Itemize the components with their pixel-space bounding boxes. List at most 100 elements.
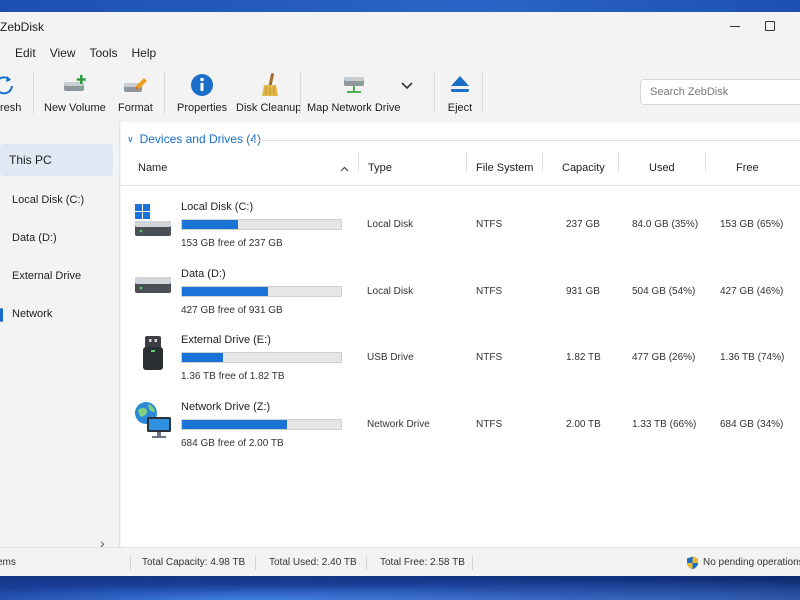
drive-type: Local Disk bbox=[367, 286, 414, 297]
usb-drive-icon bbox=[133, 333, 173, 373]
new-volume-button[interactable]: New Volume bbox=[44, 72, 106, 118]
menu-bar: Edit View Tools Help bbox=[0, 42, 162, 64]
drive-free-text: 153 GB free of 237 GB bbox=[181, 238, 283, 249]
drive-free: 427 GB (46%) bbox=[720, 286, 784, 297]
shield-icon bbox=[687, 556, 698, 570]
map-network-drive-button[interactable]: Map Network Drive bbox=[307, 72, 401, 118]
status-total-capacity: Total Capacity: 4.98 TB bbox=[142, 557, 246, 568]
column-header-type[interactable]: Type bbox=[368, 162, 392, 174]
drive-capacity: 237 GB bbox=[566, 219, 600, 230]
selection-indicator bbox=[0, 308, 3, 322]
app-title: ZebDisk bbox=[0, 20, 45, 34]
sidebar-item-label: External Drive bbox=[12, 270, 82, 282]
column-divider bbox=[542, 152, 543, 172]
drive-free: 153 GB (65%) bbox=[720, 219, 784, 230]
sidebar-item-network[interactable]: Network bbox=[0, 298, 113, 330]
network-drive-map-icon bbox=[341, 72, 367, 98]
usage-bar-fill bbox=[182, 287, 268, 296]
usage-bar bbox=[181, 219, 342, 230]
menu-edit[interactable]: Edit bbox=[0, 46, 42, 60]
info-icon bbox=[189, 72, 215, 98]
disk-cleanup-button[interactable]: Disk Cleanup bbox=[236, 72, 301, 118]
drive-capacity: 931 GB bbox=[566, 286, 600, 297]
sidebar-item-label: Data (D:) bbox=[12, 232, 57, 244]
column-header-file-system[interactable]: File System bbox=[476, 162, 533, 174]
drive-file-system: NTFS bbox=[476, 219, 503, 230]
status-bar: ems Total Capacity: 4.98 TB Total Used: … bbox=[0, 547, 800, 576]
group-label: Devices and Drives (4) bbox=[139, 132, 261, 146]
column-header-used[interactable]: Used bbox=[649, 162, 675, 174]
format-icon bbox=[122, 72, 148, 98]
usage-bar bbox=[181, 286, 342, 297]
more-options-dropdown[interactable] bbox=[398, 80, 416, 126]
drive-row-e[interactable]: External Drive (E:) 1.36 TB free of 1.82… bbox=[121, 325, 800, 391]
status-divider bbox=[130, 556, 131, 570]
drive-name: Network Drive (Z:) bbox=[181, 401, 271, 413]
drive-file-system: NTFS bbox=[476, 286, 503, 297]
column-header-capacity[interactable]: Capacity bbox=[562, 162, 605, 174]
properties-button[interactable]: Properties bbox=[177, 72, 227, 118]
sidebar-item-label: This PC bbox=[9, 153, 52, 167]
drive-capacity: 1.82 TB bbox=[566, 352, 601, 363]
header-divider bbox=[121, 185, 800, 186]
drive-free: 684 GB (34%) bbox=[720, 419, 784, 430]
sidebar-item-local-disk-c[interactable]: Local Disk (C:) bbox=[0, 184, 113, 216]
drive-used: 477 GB (26%) bbox=[632, 352, 696, 363]
drive-used: 84.0 GB (35%) bbox=[632, 219, 699, 230]
chevron-down-icon bbox=[401, 82, 413, 90]
menu-help[interactable]: Help bbox=[124, 46, 163, 60]
status-total-free: Total Free: 2.58 TB bbox=[380, 557, 465, 568]
sidebar-item-external-drive[interactable]: External Drive bbox=[0, 260, 113, 292]
eject-button[interactable]: Eject bbox=[447, 72, 473, 118]
menu-tools[interactable]: Tools bbox=[81, 46, 123, 60]
drive-row-c[interactable]: Local Disk (C:) 153 GB free of 237 GB Lo… bbox=[121, 192, 800, 258]
sidebar-item-this-pc[interactable]: This PC bbox=[0, 144, 113, 176]
maximize-button[interactable] bbox=[755, 16, 785, 36]
search-placeholder: Search ZebDisk bbox=[650, 86, 729, 98]
minimize-icon bbox=[730, 25, 740, 27]
eject-label: Eject bbox=[447, 102, 473, 114]
format-button[interactable]: Format bbox=[118, 72, 153, 118]
search-input[interactable]: Search ZebDisk bbox=[640, 79, 800, 105]
sidebar: This PC Local Disk (C:) Data (D:) Extern… bbox=[0, 122, 120, 551]
drive-name: External Drive (E:) bbox=[181, 334, 271, 346]
column-divider bbox=[705, 152, 706, 172]
group-header[interactable]: ∨ Devices and Drives (4) bbox=[127, 132, 261, 146]
toolbar-divider bbox=[300, 72, 301, 114]
drive-free-text: 1.36 TB free of 1.82 TB bbox=[181, 371, 285, 382]
column-divider bbox=[466, 152, 467, 172]
usage-bar bbox=[181, 419, 342, 430]
drive-used: 1.33 TB (66%) bbox=[632, 419, 697, 430]
toolbar-divider bbox=[434, 72, 435, 114]
column-header-free[interactable]: Free bbox=[736, 162, 759, 174]
drive-row-z[interactable]: Network Drive (Z:) 684 GB free of 2.00 T… bbox=[121, 392, 800, 458]
sidebar-item-data-d[interactable]: Data (D:) bbox=[0, 222, 113, 254]
map-network-drive-label: Map Network Drive bbox=[307, 102, 401, 114]
drive-capacity: 2.00 TB bbox=[566, 419, 601, 430]
windows-drive-icon bbox=[133, 200, 173, 240]
drive-row-d[interactable]: Data (D:) 427 GB free of 931 GB Local Di… bbox=[121, 259, 800, 325]
status-operations: No pending operations bbox=[703, 557, 800, 568]
menu-view[interactable]: View bbox=[42, 46, 82, 60]
toolbar: resh New Volume Format Properties Disk C… bbox=[0, 66, 800, 122]
network-drive-icon bbox=[133, 400, 173, 440]
drive-name: Local Disk (C:) bbox=[181, 201, 254, 213]
sort-ascending-icon bbox=[340, 166, 349, 172]
drive-type: Network Drive bbox=[367, 419, 430, 430]
column-divider bbox=[618, 152, 619, 172]
sidebar-item-label: Network bbox=[12, 308, 53, 320]
column-header-name[interactable]: Name bbox=[138, 162, 167, 174]
status-divider bbox=[255, 556, 256, 570]
usage-bar bbox=[181, 352, 342, 363]
drive-file-system: NTFS bbox=[476, 352, 503, 363]
drive-type: USB Drive bbox=[367, 352, 414, 363]
minimize-button[interactable] bbox=[720, 16, 750, 36]
new-volume-label: New Volume bbox=[44, 102, 106, 114]
sidebar-item-label: Local Disk (C:) bbox=[12, 194, 85, 206]
drive-file-system: NTFS bbox=[476, 419, 503, 430]
drive-free-text: 427 GB free of 931 GB bbox=[181, 305, 283, 316]
usage-bar-fill bbox=[182, 420, 287, 429]
refresh-button[interactable]: resh bbox=[0, 72, 21, 118]
eject-icon bbox=[447, 72, 473, 98]
drive-name: Data (D:) bbox=[181, 268, 226, 280]
